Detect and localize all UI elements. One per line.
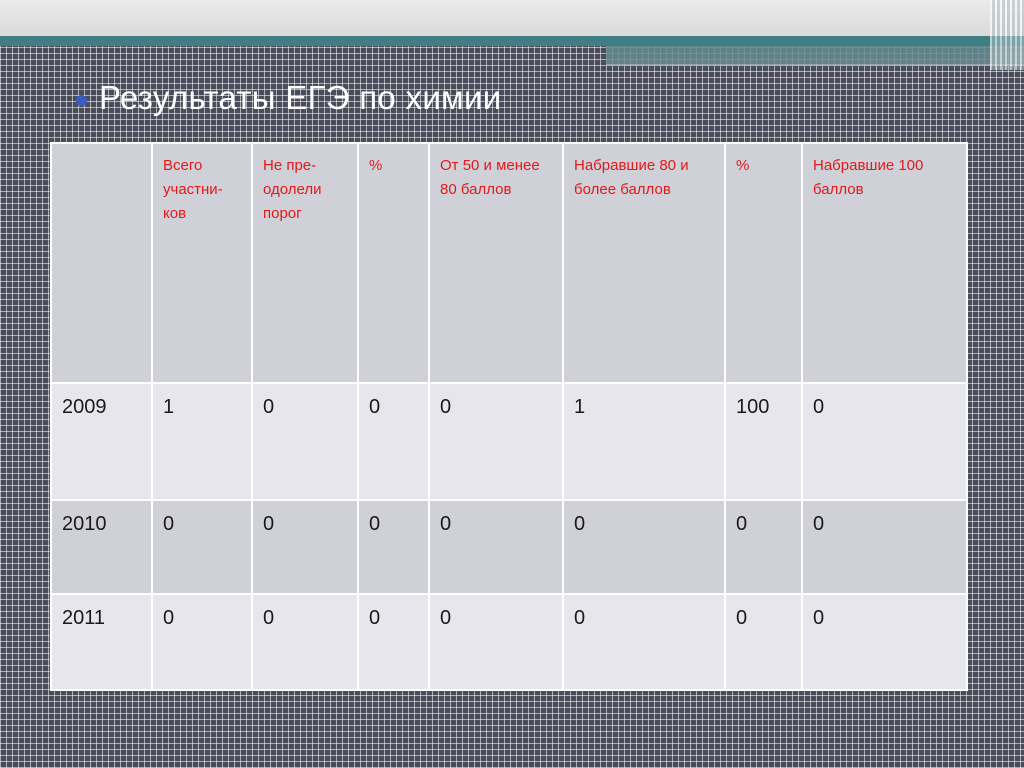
table-cell: 0 <box>562 593 726 691</box>
results-table: Всего участни-ков Не пре-одолели порог %… <box>50 142 968 691</box>
table-cell: 0 <box>801 499 968 595</box>
table-cell: 0 <box>724 499 803 595</box>
header-cell-80-plus: Набравшие 80 и более баллов <box>562 142 726 384</box>
table-cell: 0 <box>801 382 968 501</box>
table-cell-year: 2011 <box>50 593 153 691</box>
accent-bar <box>0 36 1024 46</box>
table-cell: 100 <box>724 382 803 501</box>
table-row: 2009 1 0 0 0 1 100 0 <box>50 382 968 501</box>
accent-bar-secondary <box>606 46 1024 66</box>
header-cell-50-80: От 50 и менее 80 баллов <box>428 142 564 384</box>
slide-title: Результаты ЕГЭ по химии <box>99 79 502 116</box>
table-cell: 0 <box>562 499 726 595</box>
table-cell: 0 <box>251 593 359 691</box>
table-cell-year: 2010 <box>50 499 153 595</box>
top-band <box>0 0 1024 36</box>
header-cell-80-plus-percent: % <box>724 142 803 384</box>
table-cell: 0 <box>251 499 359 595</box>
slide-title-row: Результаты ЕГЭ по химии <box>76 74 502 122</box>
table-cell: 0 <box>724 593 803 691</box>
table-cell: 0 <box>428 593 564 691</box>
table-cell: 0 <box>151 593 253 691</box>
table-cell: 0 <box>428 382 564 501</box>
table-cell: 0 <box>151 499 253 595</box>
table-cell: 0 <box>357 593 430 691</box>
header-cell-failed: Не пре-одолели порог <box>251 142 359 384</box>
table-cell: 0 <box>428 499 564 595</box>
bullet-icon <box>76 94 87 106</box>
header-cell-failed-percent: % <box>357 142 430 384</box>
table-cell: 0 <box>251 382 359 501</box>
header-cell-100: Набравшие 100 баллов <box>801 142 968 384</box>
table-cell: 0 <box>357 382 430 501</box>
table-cell: 0 <box>801 593 968 691</box>
table-cell: 0 <box>357 499 430 595</box>
table-cell: 1 <box>562 382 726 501</box>
table-header-row: Всего участни-ков Не пре-одолели порог %… <box>50 142 968 384</box>
table-row: 2010 0 0 0 0 0 0 0 <box>50 499 968 595</box>
header-cell-empty <box>50 142 153 384</box>
table-row: 2011 0 0 0 0 0 0 0 <box>50 593 968 691</box>
corner-decoration <box>990 0 1024 70</box>
table-cell-year: 2009 <box>50 382 153 501</box>
header-cell-total: Всего участни-ков <box>151 142 253 384</box>
table-cell: 1 <box>151 382 253 501</box>
